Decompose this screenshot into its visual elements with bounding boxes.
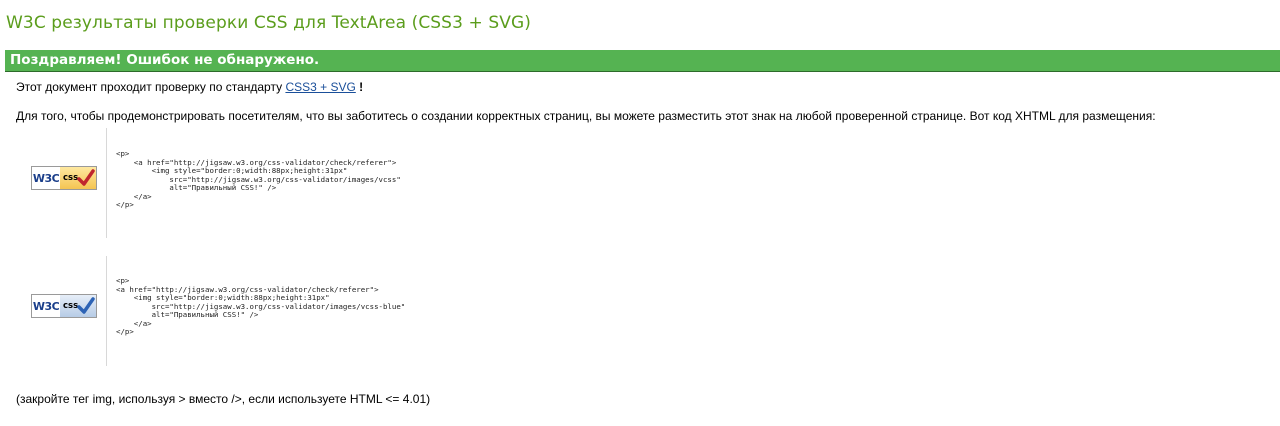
- css-valid-badge-gold[interactable]: W3C css: [31, 166, 97, 190]
- w3c-logo: W3C: [32, 167, 60, 189]
- standard-suffix: !: [359, 80, 364, 94]
- badge-code-gold: <p> <a href="http://jigsaw.w3.org/css-va…: [116, 149, 401, 209]
- code-separator: [106, 128, 107, 238]
- validation-results-page: W3C результаты проверки CSS для TextArea…: [0, 0, 1280, 426]
- standard-line: Этот документ проходит проверку по станд…: [16, 80, 363, 94]
- css-text: css: [63, 301, 79, 311]
- success-message: Поздравляем! Ошибок не обнаружено.: [10, 52, 320, 68]
- css-label: css: [60, 295, 96, 317]
- css-valid-badge-blue[interactable]: W3C css: [31, 294, 97, 318]
- css-label: css: [60, 167, 96, 189]
- success-banner: Поздравляем! Ошибок не обнаружено.: [5, 50, 1280, 72]
- standard-prefix: Этот документ проходит проверку по станд…: [16, 80, 283, 94]
- css-text: css: [63, 173, 79, 183]
- page-title: W3C результаты проверки CSS для TextArea…: [6, 13, 531, 33]
- html-note: (закройте тег img, используя > вместо />…: [16, 392, 431, 406]
- badge-code-blue: <p> <a href="http://jigsaw.w3.org/css-va…: [116, 276, 406, 336]
- standard-link[interactable]: CSS3 + SVG: [285, 80, 355, 94]
- check-mark-icon: [77, 169, 95, 186]
- w3c-logo: W3C: [32, 295, 60, 317]
- check-mark-icon: [77, 297, 95, 314]
- code-separator: [106, 256, 107, 366]
- badge-description: Для того, чтобы продемонстрировать посет…: [16, 109, 1156, 123]
